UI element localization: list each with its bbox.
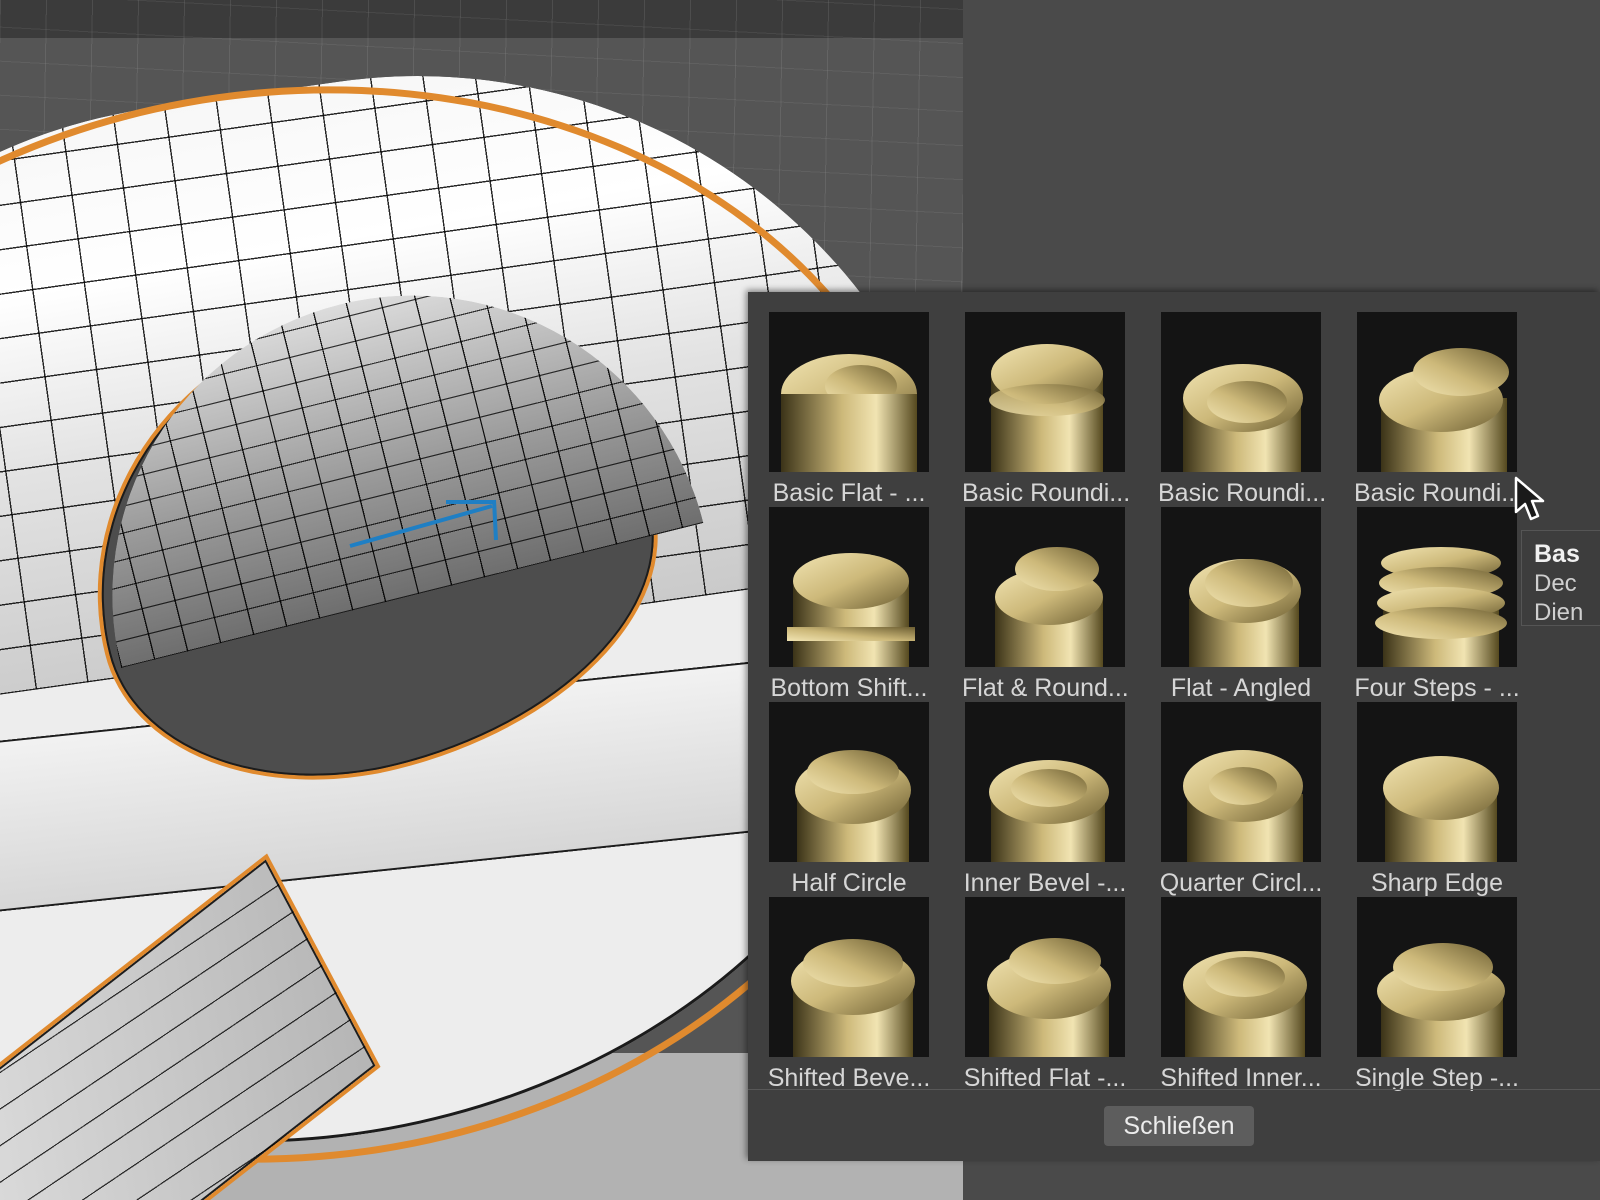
preset-thumbnail[interactable] xyxy=(965,507,1125,667)
preset-thumbnail[interactable] xyxy=(1357,702,1517,862)
preset-item[interactable]: Bottom Shift... xyxy=(769,507,929,705)
preset-label: Quarter Circl... xyxy=(1159,869,1323,897)
tooltip-title: Bas xyxy=(1534,540,1580,568)
preset-item[interactable]: Shifted Beve... xyxy=(768,897,930,1095)
preset-thumbnail[interactable] xyxy=(965,312,1125,472)
preset-thumbnail[interactable] xyxy=(1161,702,1321,862)
preset-item[interactable]: Basic Roundi... xyxy=(962,312,1128,510)
preset-thumbnail[interactable] xyxy=(769,702,929,862)
preset-label: Four Steps - ... xyxy=(1354,674,1520,702)
preset-label: Bottom Shift... xyxy=(770,674,928,702)
tooltip-line-1: Dec xyxy=(1534,570,1577,597)
preset-label: Basic Flat - ... xyxy=(772,479,926,507)
axis-gizmo-z[interactable] xyxy=(346,480,536,550)
preset-thumbnail[interactable] xyxy=(1161,507,1321,667)
preset-item[interactable]: Single Step -... xyxy=(1355,897,1519,1095)
preset-thumbnail[interactable] xyxy=(1161,897,1321,1057)
preset-label: Sharp Edge xyxy=(1370,869,1504,897)
preset-thumbnail[interactable] xyxy=(769,897,929,1057)
preset-thumbnail[interactable] xyxy=(769,507,929,667)
preset-item[interactable]: Basic Roundi... xyxy=(1354,312,1520,510)
preset-thumbnail[interactable] xyxy=(1357,507,1517,667)
preset-item[interactable]: Basic Flat - ... xyxy=(769,312,929,510)
preset-thumbnail[interactable] xyxy=(1357,897,1517,1057)
preset-item[interactable]: Flat & Round... xyxy=(962,507,1128,705)
preset-label: Flat - Angled xyxy=(1170,674,1312,702)
cap-preset-browser[interactable]: Basic Flat - ... Basic Roundi... Basic R… xyxy=(748,292,1600,1161)
preset-thumbnail[interactable] xyxy=(1161,312,1321,472)
preset-item[interactable]: Sharp Edge xyxy=(1357,702,1517,900)
close-button[interactable]: Schließen xyxy=(1104,1106,1254,1146)
preset-item[interactable]: Shifted Flat -... xyxy=(964,897,1126,1095)
tooltip-line-2: Dien xyxy=(1534,599,1584,626)
preset-thumbnail[interactable] xyxy=(769,312,929,472)
preset-label: Basic Roundi... xyxy=(962,479,1128,507)
preset-item[interactable]: Half Circle xyxy=(769,702,929,900)
preset-label: Flat & Round... xyxy=(962,674,1128,702)
preset-item[interactable]: Quarter Circl... xyxy=(1159,702,1323,900)
preset-label: Half Circle xyxy=(791,869,907,897)
preset-item[interactable]: Inner Bevel -... xyxy=(963,702,1127,900)
preset-item[interactable]: Four Steps - ... xyxy=(1354,507,1520,705)
preset-item[interactable]: Shifted Inner... xyxy=(1160,897,1322,1095)
preset-item[interactable]: Basic Roundi... xyxy=(1158,312,1324,510)
preset-tooltip: Bas Dec Dien xyxy=(1521,530,1600,626)
preset-label: Inner Bevel -... xyxy=(963,869,1127,897)
popup-separator xyxy=(748,1089,1600,1090)
preset-item[interactable]: Flat - Angled xyxy=(1161,507,1321,705)
preset-label: Basic Roundi... xyxy=(1354,479,1520,507)
preset-thumbnail[interactable] xyxy=(1357,312,1517,472)
preset-thumbnail[interactable] xyxy=(965,897,1125,1057)
preset-thumbnail[interactable] xyxy=(965,702,1125,862)
arrow-cursor xyxy=(1514,476,1545,521)
preset-label: Basic Roundi... xyxy=(1158,479,1324,507)
